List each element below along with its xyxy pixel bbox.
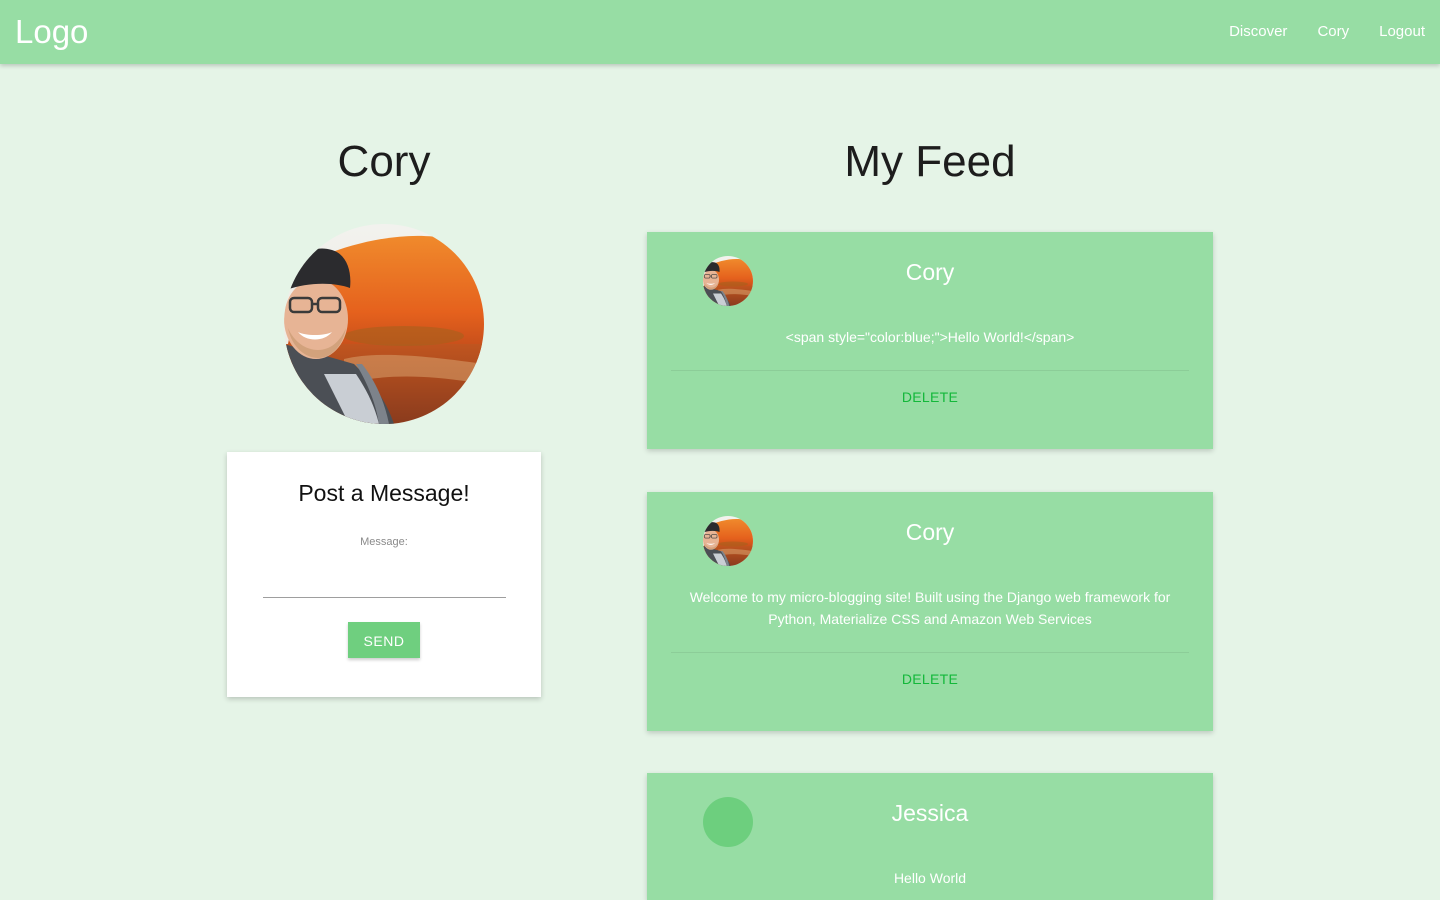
nav-discover-link[interactable]: Discover <box>1214 0 1302 64</box>
logo[interactable]: Logo <box>15 12 88 52</box>
nav-logout-link[interactable]: Logout <box>1364 0 1440 64</box>
profile-name: Cory <box>337 137 431 186</box>
send-button[interactable]: SEND <box>348 622 420 658</box>
feed-post-card: Cory Welcome to my micro-blogging site! … <box>647 492 1213 731</box>
profile-photo <box>284 224 484 424</box>
post-body: Welcome to my micro-blogging site! Built… <box>689 589 1171 627</box>
nav-profile-link[interactable]: Cory <box>1302 0 1364 64</box>
post-card-title: Post a Message! <box>298 480 470 506</box>
top-navbar: Logo Discover Cory Logout <box>0 0 1440 64</box>
post-body: Hello World <box>893 870 967 886</box>
post-divider <box>671 370 1189 371</box>
delete-post-button[interactable]: DELETE <box>647 389 1213 405</box>
feed-post-card: Cory <span style="color:blue;">Hello Wor… <box>647 232 1213 449</box>
feed-title: My Feed <box>844 137 1016 186</box>
profile-avatar <box>284 224 484 424</box>
delete-post-button[interactable]: DELETE <box>647 671 1213 687</box>
nav-links: Discover Cory Logout <box>1214 0 1440 64</box>
message-label: Message: <box>360 536 408 548</box>
message-input[interactable] <box>263 564 506 598</box>
post-author-name: Cory <box>905 519 955 545</box>
post-message-card: Post a Message! Message: SEND <box>227 452 541 697</box>
feed-post-card: Jessica Hello World <box>647 773 1213 900</box>
post-divider <box>671 652 1189 653</box>
post-author-name: Cory <box>905 259 955 285</box>
post-body: <span style="color:blue;">Hello World!</… <box>785 329 1075 345</box>
post-author-name: Jessica <box>891 800 969 826</box>
